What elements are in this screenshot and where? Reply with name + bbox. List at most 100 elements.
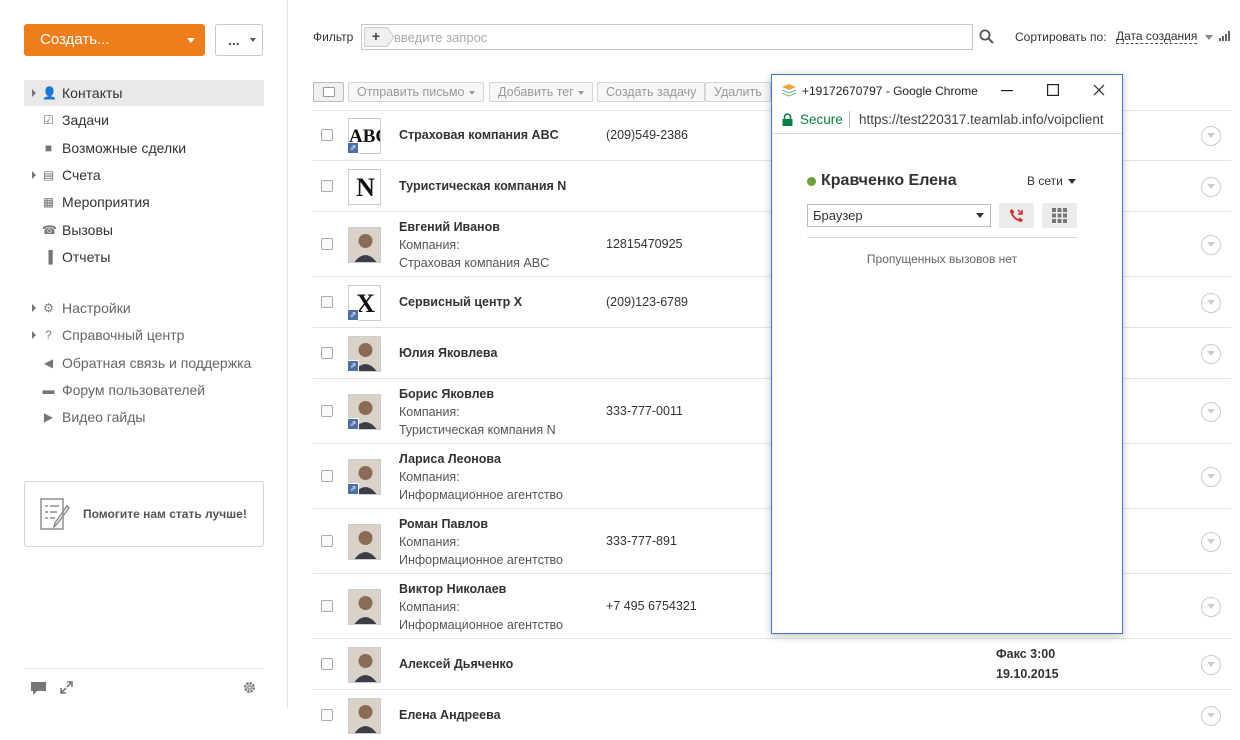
send-email-label: Отправить письмо bbox=[357, 85, 465, 99]
contact-name[interactable]: Елена Андреева bbox=[399, 708, 501, 722]
row-menu-dropdown-icon[interactable] bbox=[1201, 402, 1221, 422]
settings-gear-icon[interactable] bbox=[242, 680, 257, 695]
phone-number[interactable]: (209)549-2386 bbox=[606, 128, 688, 142]
contact-name[interactable]: Борис Яковлев bbox=[399, 387, 494, 401]
status-dropdown[interactable]: В сети bbox=[1027, 174, 1076, 188]
company-name[interactable]: Информационное агентство bbox=[399, 488, 563, 502]
sidebar-item-label: Счета bbox=[62, 166, 101, 183]
sidebar-item-gear[interactable]: ⚙ Настройки bbox=[24, 295, 264, 321]
sidebar-item-contacts[interactable]: 👤 Контакты bbox=[24, 80, 264, 106]
chevron-down-icon[interactable] bbox=[1205, 35, 1213, 40]
sidebar-item-forum[interactable]: ▬ Форум пользователей bbox=[24, 377, 264, 403]
close-icon[interactable] bbox=[1093, 84, 1105, 96]
phone-number[interactable]: 333-777-0011 bbox=[606, 404, 683, 418]
sidebar-item-tasks[interactable]: ☑ Задачи bbox=[24, 107, 264, 133]
avatar[interactable] bbox=[348, 589, 381, 625]
maximize-icon[interactable] bbox=[1047, 84, 1059, 96]
address-bar[interactable]: Secure https://test220317.teamlab.info/v… bbox=[772, 106, 1122, 134]
device-select[interactable]: Браузер bbox=[807, 204, 991, 227]
call-button[interactable] bbox=[999, 203, 1034, 228]
sidebar-item-label: Возможные сделки bbox=[62, 139, 187, 156]
chat-icon[interactable] bbox=[30, 681, 47, 696]
row-menu-dropdown-icon[interactable] bbox=[1201, 655, 1221, 675]
filter-input[interactable] bbox=[394, 29, 954, 45]
sidebar-item-megaphone[interactable]: ◀ Обратная связь и поддержка bbox=[24, 350, 264, 376]
avatar[interactable]: N bbox=[348, 169, 381, 205]
expand-arrow-icon[interactable] bbox=[32, 170, 36, 179]
company-name[interactable]: Информационное агентство bbox=[399, 618, 563, 632]
select-all-checkbox[interactable] bbox=[313, 82, 344, 102]
more-button-label: ... bbox=[228, 32, 240, 48]
row-checkbox[interactable] bbox=[321, 535, 333, 547]
url-text[interactable]: https://test220317.teamlab.info/voipclie… bbox=[859, 112, 1117, 127]
secure-label: Secure bbox=[800, 112, 843, 127]
row-menu-dropdown-icon[interactable] bbox=[1201, 235, 1221, 255]
row-menu-dropdown-icon[interactable] bbox=[1201, 532, 1221, 552]
sidebar-item-video[interactable]: ▶ Видео гайды bbox=[24, 404, 264, 430]
send-email-button[interactable]: Отправить письмо bbox=[348, 82, 484, 102]
create-button[interactable]: Создать... bbox=[24, 24, 205, 56]
sidebar-item-invoices[interactable]: ▤ Счета bbox=[24, 162, 264, 188]
row-checkbox[interactable] bbox=[321, 238, 333, 250]
table-row[interactable]: Елена Андреева bbox=[313, 689, 1231, 740]
row-menu-dropdown-icon[interactable] bbox=[1201, 177, 1221, 197]
contact-name[interactable]: Лариса Леонова bbox=[399, 452, 501, 466]
contact-name[interactable]: Сервисный центр X bbox=[399, 295, 522, 309]
row-checkbox[interactable] bbox=[321, 470, 333, 482]
row-checkbox[interactable] bbox=[321, 658, 333, 670]
avatar[interactable] bbox=[348, 227, 381, 263]
row-menu-dropdown-icon[interactable] bbox=[1201, 467, 1221, 487]
contact-name[interactable]: Страховая компания ABC bbox=[399, 128, 559, 142]
feedback-banner[interactable]: Помогите нам стать лучше! bbox=[24, 481, 264, 547]
contact-name[interactable]: Алексей Дьяченко bbox=[399, 657, 513, 671]
sidebar-item-events[interactable]: ▦ Мероприятия bbox=[24, 189, 264, 215]
phone-number[interactable]: (209)123-6789 bbox=[606, 295, 688, 309]
avatar[interactable] bbox=[348, 647, 381, 683]
expand-icon[interactable] bbox=[60, 681, 73, 694]
expand-arrow-icon[interactable] bbox=[32, 331, 36, 340]
phone-number[interactable]: 12815470925 bbox=[606, 237, 682, 251]
avatar[interactable] bbox=[348, 524, 381, 560]
create-task-button[interactable]: Создать задачу bbox=[597, 82, 706, 102]
search-icon[interactable] bbox=[979, 29, 994, 44]
row-menu-dropdown-icon[interactable] bbox=[1201, 126, 1221, 146]
avatar[interactable] bbox=[348, 698, 381, 734]
phone-number[interactable]: +7 495 6754321 bbox=[606, 599, 697, 613]
contact-name[interactable]: Виктор Николаев bbox=[399, 582, 506, 596]
more-actions-button[interactable]: ... bbox=[215, 24, 263, 56]
minimize-icon[interactable] bbox=[1001, 90, 1013, 92]
sidebar-item-phone[interactable]: ☎ Вызовы bbox=[24, 217, 264, 243]
delete-button[interactable]: Удалить bbox=[705, 82, 771, 102]
add-filter-button[interactable]: + bbox=[364, 27, 388, 47]
sort-order-icon[interactable] bbox=[1219, 31, 1230, 41]
phone-number[interactable]: 333-777-891 bbox=[606, 534, 677, 548]
row-menu-dropdown-icon[interactable] bbox=[1201, 344, 1221, 364]
row-menu-dropdown-icon[interactable] bbox=[1201, 597, 1221, 617]
row-menu-dropdown-icon[interactable] bbox=[1201, 706, 1221, 726]
company-name[interactable]: Страховая компания ABC bbox=[399, 256, 549, 270]
sidebar-item-reports[interactable]: ▐ Отчеты bbox=[24, 244, 264, 270]
dialpad-button[interactable] bbox=[1042, 203, 1077, 228]
row-checkbox[interactable] bbox=[321, 347, 333, 359]
contact-name[interactable]: Роман Павлов bbox=[399, 517, 488, 531]
contact-name[interactable]: Туристическая компания N bbox=[399, 179, 566, 193]
row-checkbox[interactable] bbox=[321, 405, 333, 417]
table-row[interactable]: Алексей Дьяченко Факс 3:00 19.10.2015 bbox=[313, 638, 1231, 689]
sidebar-item-help[interactable]: ? Справочный центр bbox=[24, 322, 264, 348]
row-menu-dropdown-icon[interactable] bbox=[1201, 293, 1221, 313]
expand-arrow-icon[interactable] bbox=[32, 304, 36, 312]
expand-arrow-icon[interactable] bbox=[32, 89, 36, 97]
row-checkbox[interactable] bbox=[321, 129, 333, 141]
company-name[interactable]: Информационное агентство bbox=[399, 553, 563, 567]
contact-name[interactable]: Юлия Яковлева bbox=[399, 346, 497, 360]
sort-by-dropdown[interactable]: Дата создания bbox=[1116, 30, 1198, 44]
add-tag-button[interactable]: Добавить тег bbox=[489, 82, 593, 102]
contact-name[interactable]: Евгений Иванов bbox=[399, 220, 500, 234]
divider bbox=[807, 237, 1077, 238]
row-checkbox[interactable] bbox=[321, 296, 333, 308]
row-checkbox[interactable] bbox=[321, 709, 333, 721]
company-name[interactable]: Туристическая компания N bbox=[399, 423, 556, 437]
row-checkbox[interactable] bbox=[321, 180, 333, 192]
row-checkbox[interactable] bbox=[321, 600, 333, 612]
sidebar-item-deals[interactable]: ■ Возможные сделки bbox=[24, 135, 264, 161]
